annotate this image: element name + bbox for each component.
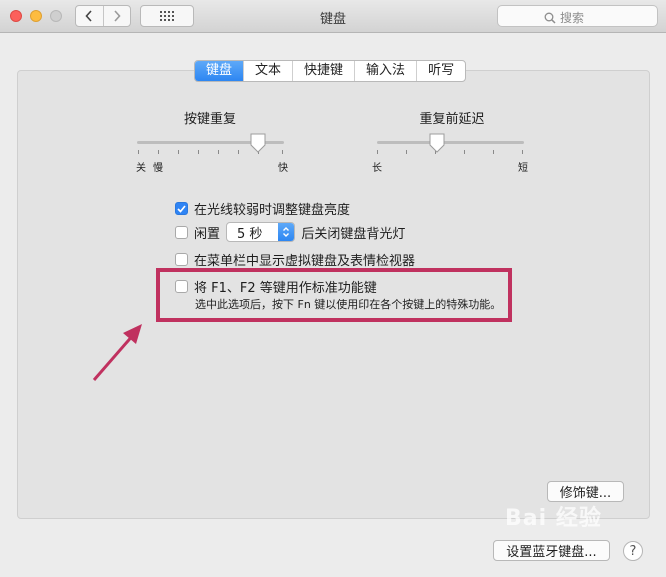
chevron-left-icon [85,10,92,22]
key-repeat-label: 按键重复 [183,112,236,127]
delay-short-label: 短 [518,163,528,174]
nav-buttons [75,5,131,27]
updown-chevron-icon [283,227,290,237]
search-field[interactable]: 搜索 [497,5,658,27]
search-placeholder: 搜索 [560,11,585,25]
show-all-button[interactable] [140,5,194,27]
show-viewer-checkbox[interactable] [175,253,188,266]
idle-time-value: 5 秒 [237,226,263,242]
show-viewer-label: 在菜单栏中显示虚拟键盘及表情检视器 [194,254,416,269]
delay-repeat-knob[interactable] [428,133,446,153]
setup-bluetooth-keyboard-button[interactable]: 设置蓝牙键盘... [493,540,610,561]
show-viewer-option[interactable]: 在菜单栏中显示虚拟键盘及表情检视器 [175,250,415,269]
tab-text[interactable]: 文本 [243,61,292,81]
grid-icon [160,11,174,21]
tab-dictation[interactable]: 听写 [416,61,465,81]
delay-long-label: 长 [372,163,382,174]
delay-repeat-label: 重复前延迟 [419,112,485,127]
watermark: Bai 经验 [505,506,602,531]
forward-button[interactable] [102,6,131,26]
tab-bar: 键盘 文本 快捷键 输入法 听写 [194,60,467,82]
minimize-window-button[interactable] [30,10,42,22]
adjust-brightness-label: 在光线较弱时调整键盘亮度 [194,203,351,218]
backlight-off-prefix: 闲置 [194,226,221,242]
checkmark-icon [177,204,186,213]
tab-input-sources[interactable]: 输入法 [354,61,416,81]
tab-keyboard[interactable]: 键盘 [195,61,244,81]
idle-time-popup[interactable]: 5 秒 [226,222,296,242]
back-button[interactable] [76,6,103,26]
backlight-off-checkbox[interactable] [175,225,188,239]
modifier-keys-button[interactable]: 修饰键... [547,481,624,502]
key-repeat-knob[interactable] [249,133,267,153]
key-repeat-fast-label: 快 [278,163,288,174]
delay-repeat-track[interactable] [377,141,524,144]
help-button[interactable]: ? [623,541,643,561]
search-icon [544,12,556,24]
backlight-off-suffix: 后关闭键盘背光灯 [301,226,406,242]
backlight-off-option[interactable]: 闲置 5 秒 后关闭键盘背光灯 [175,222,405,242]
key-repeat-off-label: 关 [136,163,146,174]
tab-shortcuts[interactable]: 快捷键 [292,61,354,81]
adjust-brightness-option[interactable]: 在光线较弱时调整键盘亮度 [175,199,350,218]
chevron-right-icon [114,10,121,22]
zoom-window-button[interactable] [50,10,62,22]
annotation-arrow-icon [92,324,142,381]
title-bar: 键盘 搜索 [0,0,666,33]
key-repeat-slow-label: 慢 [153,163,163,174]
close-window-button[interactable] [10,10,22,22]
highlight-box [156,268,512,322]
adjust-brightness-checkbox[interactable] [175,202,188,215]
